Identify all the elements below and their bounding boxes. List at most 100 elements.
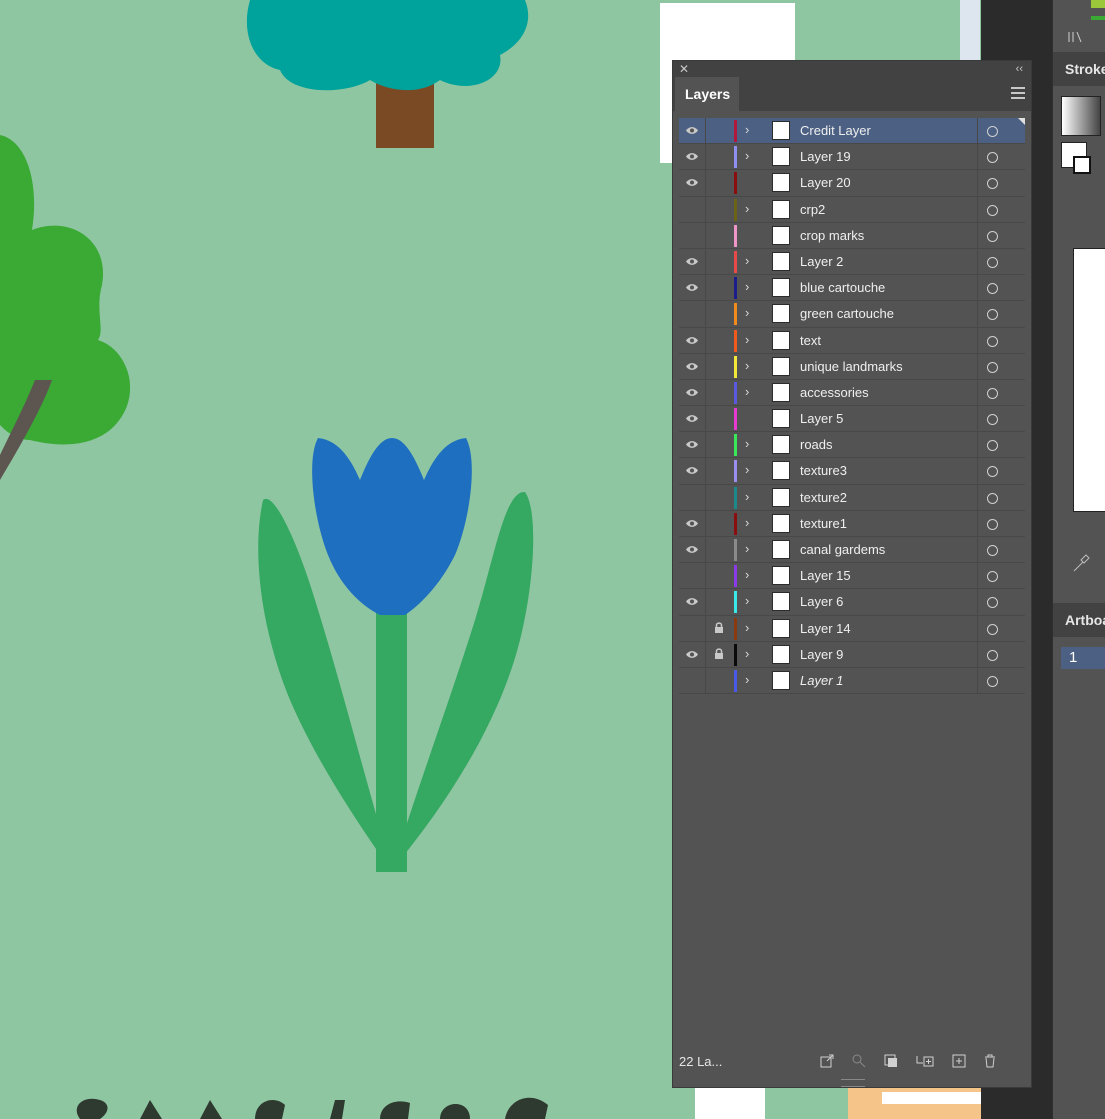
visibility-toggle[interactable] <box>679 563 705 588</box>
layer-row[interactable]: › texture3 <box>679 458 1025 485</box>
target-circle-icon[interactable] <box>987 309 998 321</box>
expand-chevron-icon[interactable]: › <box>745 148 749 163</box>
expand-chevron-icon[interactable]: › <box>745 358 749 373</box>
layer-row[interactable]: › unique landmarks <box>679 353 1025 380</box>
layer-row[interactable]: › accessories <box>679 379 1025 407</box>
expand-chevron-icon[interactable]: › <box>745 305 749 320</box>
expand-chevron-icon[interactable]: › <box>745 462 749 477</box>
gradient-swatch[interactable] <box>1061 96 1101 136</box>
layer-row[interactable]: › Layer 14 <box>679 615 1025 642</box>
eyedropper-icon[interactable] <box>1071 552 1091 574</box>
target-circle-icon[interactable] <box>987 204 998 216</box>
target-circle-icon[interactable] <box>987 335 998 347</box>
lock-toggle[interactable] <box>705 118 731 144</box>
visibility-toggle[interactable] <box>679 223 705 248</box>
visibility-toggle[interactable] <box>679 432 705 457</box>
lock-toggle[interactable] <box>705 406 731 432</box>
lock-toggle[interactable] <box>705 379 731 406</box>
lock-toggle[interactable] <box>705 510 731 536</box>
expand-chevron-icon[interactable]: › <box>745 122 749 137</box>
lock-toggle[interactable] <box>705 248 731 275</box>
panel-title-bar[interactable]: ✕ ‹‹ <box>673 61 1031 77</box>
export-icon[interactable] <box>819 1053 835 1069</box>
lock-toggle[interactable] <box>705 615 731 641</box>
layer-row[interactable]: › text <box>679 327 1025 354</box>
expand-chevron-icon[interactable]: › <box>745 541 749 556</box>
expand-chevron-icon[interactable]: › <box>745 567 749 582</box>
layer-row[interactable]: › Layer 9 <box>679 641 1025 668</box>
expand-chevron-icon[interactable]: › <box>745 436 749 451</box>
target-circle-icon[interactable] <box>987 597 998 609</box>
layer-row[interactable]: › green cartouche <box>679 301 1025 328</box>
visibility-toggle[interactable] <box>679 458 705 483</box>
swatch-chip[interactable] <box>1091 0 1105 8</box>
layer-row[interactable]: › Layer 15 <box>679 563 1025 590</box>
target-circle-icon[interactable] <box>987 256 998 268</box>
libraries-icon[interactable] <box>1067 30 1089 44</box>
close-icon[interactable]: ✕ <box>679 61 689 77</box>
expand-chevron-icon[interactable]: › <box>745 201 749 216</box>
expand-chevron-icon[interactable]: › <box>745 593 749 608</box>
target-circle-icon[interactable] <box>987 571 998 583</box>
collapse-panel-icon[interactable]: ‹‹ <box>1016 61 1023 77</box>
expand-chevron-icon[interactable]: › <box>745 646 749 661</box>
lock-toggle[interactable] <box>705 537 731 563</box>
target-circle-icon[interactable] <box>987 361 998 373</box>
target-circle-icon[interactable] <box>987 126 998 137</box>
target-circle-icon[interactable] <box>987 545 998 556</box>
visibility-toggle[interactable] <box>679 380 705 405</box>
layer-row[interactable]: › Layer 6 <box>679 589 1025 616</box>
visibility-toggle[interactable] <box>679 275 705 300</box>
stroke-swatch[interactable] <box>1073 156 1091 174</box>
visibility-toggle[interactable] <box>679 354 705 379</box>
visibility-toggle[interactable] <box>679 301 705 326</box>
visibility-toggle[interactable] <box>679 537 705 562</box>
lock-toggle[interactable] <box>705 222 731 248</box>
expand-chevron-icon[interactable]: › <box>745 384 749 399</box>
layer-row[interactable]: › texture2 <box>679 484 1025 511</box>
visibility-toggle[interactable] <box>679 170 705 195</box>
layer-row[interactable]: Layer 5 <box>679 406 1025 433</box>
visibility-toggle[interactable] <box>679 328 705 353</box>
lock-toggle[interactable] <box>705 327 731 353</box>
expand-chevron-icon[interactable]: › <box>745 620 749 635</box>
target-circle-icon[interactable] <box>987 283 998 295</box>
tab-layers[interactable]: Layers <box>675 77 739 111</box>
lock-toggle[interactable] <box>705 667 731 694</box>
layer-row[interactable]: › Layer 2 <box>679 248 1025 276</box>
layer-row[interactable]: › texture1 <box>679 510 1025 537</box>
lock-toggle[interactable] <box>705 641 731 667</box>
layer-row[interactable]: › Credit Layer <box>679 118 1025 145</box>
lock-toggle[interactable] <box>705 301 731 327</box>
visibility-toggle[interactable] <box>679 197 705 222</box>
locate-object-icon[interactable] <box>851 1053 867 1069</box>
visibility-toggle[interactable] <box>679 144 705 169</box>
layer-row[interactable]: › crp2 <box>679 196 1025 223</box>
make-clipping-mask-icon[interactable] <box>883 1053 899 1069</box>
target-circle-icon[interactable] <box>987 178 998 190</box>
lock-toggle[interactable] <box>705 563 731 589</box>
target-circle-icon[interactable] <box>987 440 998 452</box>
layer-row[interactable]: crop marks <box>679 222 1025 249</box>
lock-toggle[interactable] <box>705 170 731 196</box>
expand-chevron-icon[interactable]: › <box>745 253 749 268</box>
visibility-toggle[interactable] <box>679 406 705 431</box>
lock-toggle[interactable] <box>705 196 731 222</box>
layer-row[interactable]: › Layer 1 <box>679 667 1025 695</box>
target-circle-icon[interactable] <box>987 623 998 635</box>
layer-row[interactable]: › Layer 19 <box>679 144 1025 171</box>
lock-toggle[interactable] <box>705 275 731 301</box>
visibility-toggle[interactable] <box>679 249 705 274</box>
lock-toggle[interactable] <box>705 432 731 458</box>
resize-grip[interactable] <box>841 1079 865 1087</box>
create-sublayer-icon[interactable] <box>915 1053 935 1069</box>
panel-menu-icon[interactable] <box>1011 87 1025 101</box>
target-circle-icon[interactable] <box>987 152 998 164</box>
lock-toggle[interactable] <box>705 589 731 615</box>
expand-chevron-icon[interactable]: › <box>745 515 749 530</box>
expand-chevron-icon[interactable]: › <box>745 489 749 504</box>
visibility-toggle[interactable] <box>679 118 705 143</box>
lock-toggle[interactable] <box>705 458 731 484</box>
target-circle-icon[interactable] <box>987 414 998 426</box>
target-circle-icon[interactable] <box>987 649 998 661</box>
